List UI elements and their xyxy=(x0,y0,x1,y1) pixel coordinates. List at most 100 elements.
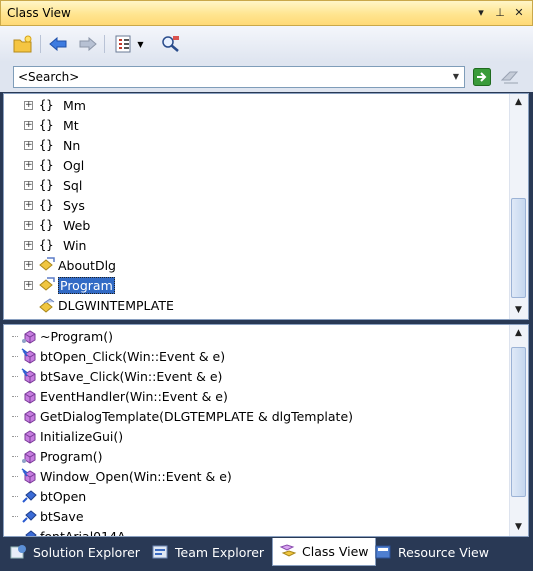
member-item-program[interactable]: Program() xyxy=(12,446,103,466)
tree-item-label: Sql xyxy=(63,177,83,193)
expand-icon[interactable]: + xyxy=(24,160,33,170)
namespace-icon: {} xyxy=(39,238,54,252)
tree-item-win[interactable]: + {} Win xyxy=(24,235,86,255)
expand-icon[interactable]: + xyxy=(24,240,33,250)
tab-solution-explorer[interactable]: Solution Explorer xyxy=(4,540,146,564)
member-item-getdialogtemplate-dlgtemplate-dlgtemplate[interactable]: GetDialogTemplate(DLGTEMPLATE & dlgTempl… xyxy=(12,406,353,426)
event-method-icon xyxy=(21,368,37,384)
namespace-icon: {} xyxy=(39,138,54,152)
search-dropdown-icon[interactable]: ▼ xyxy=(448,67,464,87)
tree-item-aboutdlg[interactable]: + AboutDlg xyxy=(24,255,116,275)
member-item-fontarial014a[interactable]: fontArial014A xyxy=(12,526,126,536)
method-icon xyxy=(21,408,37,424)
member-label: btOpen xyxy=(40,488,87,504)
tab-resource-view[interactable]: Resource View xyxy=(369,540,495,564)
tab-team-explorer[interactable]: Team Explorer xyxy=(146,540,270,564)
expand-icon[interactable]: + xyxy=(24,100,33,110)
tree-item-dlgwintemplate[interactable]: DLGWINTEMPLATE xyxy=(24,295,174,315)
namespace-icon: {} xyxy=(39,178,54,192)
member-label: Window_Open(Win::Event & e) xyxy=(40,468,232,484)
scroll-down-arrow-icon[interactable]: ▼ xyxy=(510,302,527,319)
member-item-btopen-click-win-event-e[interactable]: btOpen_Click(Win::Event & e) xyxy=(12,346,225,366)
class-icon xyxy=(39,257,55,273)
toolbar: ▼ xyxy=(0,26,533,62)
tree-item-ogl[interactable]: + {} Ogl xyxy=(24,155,84,175)
tree-item-mt[interactable]: + {} Mt xyxy=(24,115,79,135)
struct-icon xyxy=(39,297,55,313)
member-item-btsave-click-win-event-e[interactable]: btSave_Click(Win::Event & e) xyxy=(12,366,222,386)
expand-icon[interactable]: + xyxy=(24,260,33,270)
scroll-up-arrow-icon[interactable]: ▲ xyxy=(510,94,527,111)
scroll-thumb[interactable] xyxy=(511,198,526,298)
search-input[interactable]: <Search> ▼ xyxy=(13,66,465,88)
field-icon xyxy=(21,508,37,524)
expand-icon[interactable]: + xyxy=(24,120,33,130)
resource-view-icon xyxy=(375,545,391,559)
member-item-program[interactable]: ~Program() xyxy=(12,326,113,346)
tree-item-program[interactable]: + Program xyxy=(24,275,115,295)
namespace-icon: {} xyxy=(39,198,54,212)
scroll-up-arrow-icon[interactable]: ▲ xyxy=(510,325,527,342)
member-label: GetDialogTemplate(DLGTEMPLATE & dlgTempl… xyxy=(40,408,354,424)
find-symbol-icon xyxy=(162,36,179,52)
expand-icon[interactable]: + xyxy=(24,200,33,210)
expand-icon[interactable]: + xyxy=(24,180,33,190)
tab-class-view[interactable]: Class View xyxy=(272,538,376,566)
tree-item-nn[interactable]: + {} Nn xyxy=(24,135,80,155)
clear-search-button[interactable] xyxy=(500,68,520,86)
member-item-initializegui[interactable]: InitializeGui() xyxy=(12,426,123,446)
expand-icon[interactable]: + xyxy=(24,220,33,230)
expand-icon[interactable]: + xyxy=(24,140,33,150)
member-label: btSave_Click(Win::Event & e) xyxy=(40,368,223,384)
member-item-eventhandler-win-event-e[interactable]: EventHandler(Win::Event & e) xyxy=(12,386,228,406)
scroll-down-arrow-icon[interactable]: ▼ xyxy=(510,519,527,536)
find-symbol-button[interactable] xyxy=(158,33,184,55)
tree-line xyxy=(12,415,18,417)
tree-item-sys[interactable]: + {} Sys xyxy=(24,195,85,215)
pin-icon[interactable]: ⊥ xyxy=(492,5,508,21)
member-item-btopen[interactable]: btOpen xyxy=(12,486,86,506)
field-icon xyxy=(21,528,37,536)
window-position-dropdown-icon[interactable]: ▾ xyxy=(473,5,489,21)
search-go-button[interactable] xyxy=(473,68,491,86)
member-label: btOpen_Click(Win::Event & e) xyxy=(40,348,226,364)
class-view-icon xyxy=(279,543,297,557)
tree-line xyxy=(12,335,18,337)
tab-label: Team Explorer xyxy=(175,544,265,560)
scroll-thumb[interactable] xyxy=(511,347,526,497)
view-settings-button[interactable]: ▼ xyxy=(110,33,148,55)
close-icon[interactable]: ✕ xyxy=(511,5,527,21)
member-label: ~Program() xyxy=(40,328,113,344)
forward-button[interactable] xyxy=(76,33,100,55)
tree-item-sql[interactable]: + {} Sql xyxy=(24,175,82,195)
new-folder-button[interactable] xyxy=(10,33,36,55)
member-item-window-open-win-event-e[interactable]: Window_Open(Win::Event & e) xyxy=(12,466,232,486)
method-icon xyxy=(21,448,37,464)
members-scrollbar[interactable]: ▲ ▼ xyxy=(509,325,528,536)
back-button[interactable] xyxy=(46,33,70,55)
tree-item-mm[interactable]: + {} Mm xyxy=(24,95,86,115)
namespace-icon: {} xyxy=(39,98,54,112)
event-method-icon xyxy=(21,348,37,364)
members-pane[interactable]: ~Program()btOpen_Click(Win::Event & e)bt… xyxy=(3,324,529,537)
namespace-icon: {} xyxy=(39,218,54,232)
types-tree-pane[interactable]: +{} Mm +{} Mt +{} Nn +{} Ogl +{} Sql +{} Sys +{} Web +… xyxy=(3,93,529,320)
solution-explorer-icon xyxy=(10,545,26,559)
tree-line xyxy=(12,395,18,397)
expand-icon[interactable]: + xyxy=(24,280,33,290)
tree-line xyxy=(12,455,18,457)
team-explorer-icon xyxy=(152,545,168,559)
tab-label: Solution Explorer xyxy=(33,544,140,560)
namespace-icon: {} xyxy=(39,118,54,132)
tree-item-web[interactable]: + {} Web xyxy=(24,215,90,235)
back-arrow-icon xyxy=(49,37,67,51)
types-scrollbar[interactable]: ▲ ▼ xyxy=(509,94,528,319)
tree-item-label: Mm xyxy=(63,97,86,113)
member-item-btsave[interactable]: btSave xyxy=(12,506,84,526)
member-label: btSave xyxy=(40,508,84,524)
method-icon xyxy=(21,328,37,344)
class-icon xyxy=(39,277,55,293)
method-icon xyxy=(21,428,37,444)
tree-item-label: Win xyxy=(63,237,87,253)
forward-arrow-icon xyxy=(79,37,97,51)
